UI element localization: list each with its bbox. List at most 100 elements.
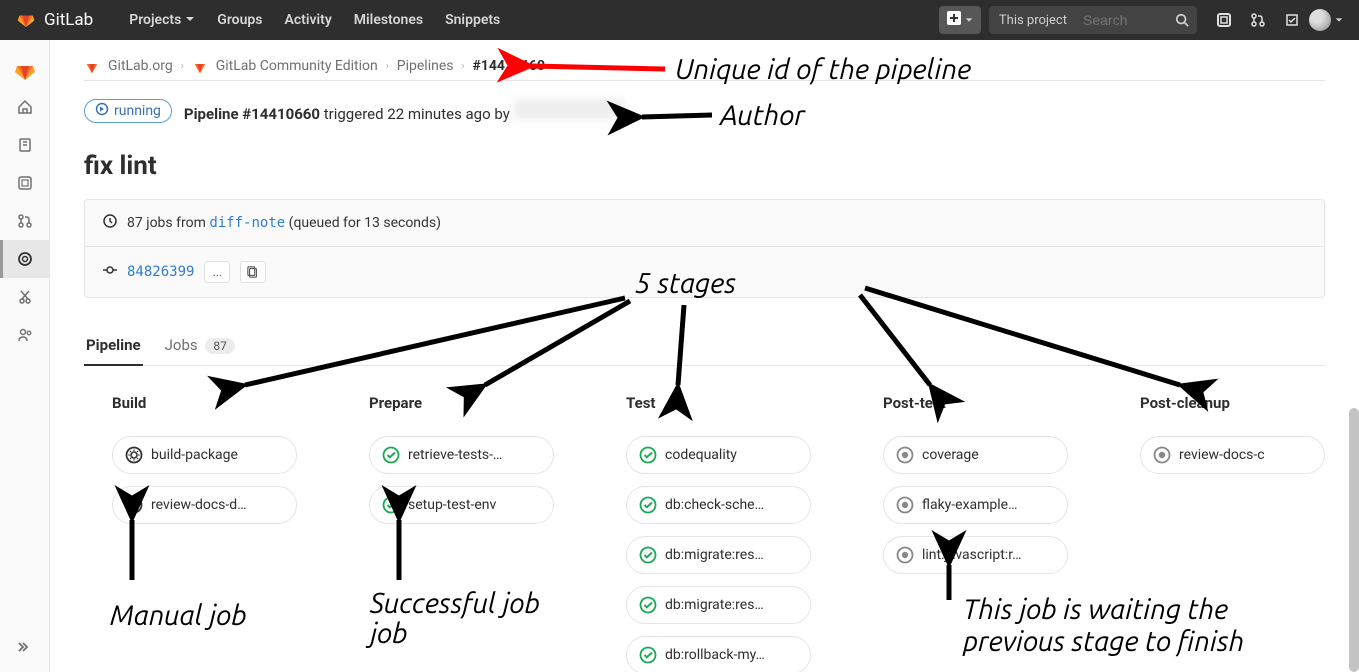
stage-name: Post-test bbox=[883, 394, 1068, 412]
stage-name: Test bbox=[626, 394, 811, 412]
chevron-right-icon: › bbox=[386, 61, 389, 72]
job-label: db:migrate:res… bbox=[665, 597, 764, 613]
content-area: GitLab.org › GitLab Community Edition › … bbox=[50, 40, 1359, 672]
tab-jobs[interactable]: Jobs 87 bbox=[163, 326, 237, 365]
job-pill[interactable]: flaky-example… bbox=[883, 486, 1068, 524]
manual-status-icon bbox=[125, 446, 143, 464]
merge-requests-icon[interactable] bbox=[1241, 6, 1275, 34]
todos-icon[interactable] bbox=[1275, 6, 1309, 34]
job-label: coverage bbox=[922, 447, 979, 463]
job-pill[interactable]: retrieve-tests-… bbox=[369, 436, 554, 474]
job-pill[interactable]: setup-test-env bbox=[369, 486, 554, 524]
success-status-icon bbox=[639, 496, 657, 514]
job-pill[interactable]: db:migrate:res… bbox=[626, 536, 811, 574]
stage-column: Post-test coverage flaky-example… lint:java… bbox=[883, 394, 1068, 672]
search-scope[interactable]: This project bbox=[989, 13, 1077, 28]
search-box: This project bbox=[989, 6, 1197, 34]
pipeline-info-box: 87 jobs from diff-note (queued for 13 se… bbox=[84, 199, 1325, 298]
breadcrumb-project[interactable]: GitLab Community Edition bbox=[216, 58, 378, 74]
graph-scrollbar[interactable] bbox=[1349, 408, 1359, 672]
job-label: retrieve-tests-… bbox=[408, 447, 502, 463]
status-badge[interactable]: running bbox=[84, 99, 172, 123]
breadcrumb-section[interactable]: Pipelines bbox=[397, 58, 454, 74]
sidebar-members-icon[interactable] bbox=[0, 316, 50, 354]
commit-sha-link[interactable]: 84826399 bbox=[127, 264, 194, 280]
job-pill[interactable]: db:rollback-my… bbox=[626, 636, 811, 672]
gitlab-mini-icon bbox=[84, 58, 100, 74]
job-label: review-docs-c bbox=[1179, 447, 1265, 463]
success-status-icon bbox=[639, 646, 657, 664]
stage-column: Post-cleanup review-docs-c bbox=[1140, 394, 1325, 672]
job-pill[interactable]: review-docs-d… bbox=[112, 486, 297, 524]
search-input[interactable] bbox=[1077, 12, 1167, 28]
copy-commit-button[interactable] bbox=[240, 261, 266, 283]
search-icon[interactable] bbox=[1167, 6, 1197, 34]
commit-icon bbox=[103, 263, 117, 281]
user-menu[interactable] bbox=[1309, 9, 1343, 31]
nav-snippets[interactable]: Snippets bbox=[445, 12, 500, 28]
job-pill[interactable]: codequality bbox=[626, 436, 811, 474]
chevron-down-icon bbox=[185, 12, 195, 28]
stage-column: Prepare retrieve-tests-… setup-test-env bbox=[369, 394, 554, 672]
sidebar-issues-icon[interactable] bbox=[0, 164, 50, 202]
job-label: lint:javascript:r… bbox=[922, 547, 1021, 563]
chevron-right-icon: › bbox=[461, 61, 464, 72]
success-status-icon bbox=[382, 446, 400, 464]
sidebar-merge-requests-icon[interactable] bbox=[0, 202, 50, 240]
chevron-down-icon bbox=[1335, 12, 1343, 28]
stage-name: Post-cleanup bbox=[1140, 394, 1325, 412]
created-status-icon bbox=[1153, 446, 1171, 464]
nav-groups[interactable]: Groups bbox=[217, 12, 262, 28]
job-label: db:migrate:res… bbox=[665, 547, 764, 563]
success-status-icon bbox=[382, 496, 400, 514]
sidebar bbox=[0, 40, 50, 672]
stage-name: Build bbox=[112, 394, 297, 412]
created-status-icon bbox=[896, 446, 914, 464]
job-pill[interactable]: db:check-sche… bbox=[626, 486, 811, 524]
chevron-right-icon: › bbox=[181, 61, 184, 72]
sidebar-home-icon[interactable] bbox=[0, 88, 50, 126]
tabs: Pipeline Jobs 87 bbox=[84, 326, 1325, 366]
breadcrumb-org[interactable]: GitLab.org bbox=[108, 58, 173, 74]
avatar bbox=[1309, 9, 1331, 31]
sidebar-collapse-button[interactable] bbox=[0, 630, 50, 664]
issues-icon[interactable] bbox=[1207, 6, 1241, 34]
stage-column: Build build-package review-docs-d… bbox=[112, 394, 297, 672]
new-dropdown-button[interactable] bbox=[939, 6, 981, 34]
tab-pipeline[interactable]: Pipeline bbox=[84, 326, 143, 366]
job-pill[interactable]: review-docs-c bbox=[1140, 436, 1325, 474]
job-pill[interactable]: coverage bbox=[883, 436, 1068, 474]
author-blurred bbox=[514, 99, 624, 119]
created-status-icon bbox=[896, 496, 914, 514]
job-label: codequality bbox=[665, 447, 737, 463]
jobs-summary-row: 87 jobs from diff-note (queued for 13 se… bbox=[85, 200, 1324, 246]
created-status-icon bbox=[896, 546, 914, 564]
brand-name: GitLab bbox=[44, 10, 93, 30]
success-status-icon bbox=[639, 596, 657, 614]
nav-milestones[interactable]: Milestones bbox=[354, 12, 423, 28]
pipeline-graph: Build build-package review-docs-d… Prepare r… bbox=[84, 394, 1325, 672]
nav-activity[interactable]: Activity bbox=[285, 12, 332, 28]
chevron-down-icon bbox=[965, 12, 973, 28]
job-pill[interactable]: build-package bbox=[112, 436, 297, 474]
pipeline-header: running Pipeline #14410660 triggered 22 … bbox=[84, 81, 1325, 131]
sidebar-pipelines-icon[interactable] bbox=[0, 240, 50, 278]
sidebar-snippets-icon[interactable] bbox=[0, 278, 50, 316]
sidebar-repository-icon[interactable] bbox=[0, 126, 50, 164]
commit-title: fix lint bbox=[84, 151, 1325, 181]
gitlab-mini-icon bbox=[192, 58, 208, 74]
job-label: build-package bbox=[151, 447, 238, 463]
stage-name: Prepare bbox=[369, 394, 554, 412]
clock-icon bbox=[103, 214, 117, 232]
gitlab-logo-icon bbox=[16, 8, 36, 32]
job-label: db:check-sche… bbox=[665, 497, 764, 513]
gitlab-logo-icon[interactable] bbox=[0, 50, 50, 88]
branch-link[interactable]: diff-note bbox=[209, 215, 285, 231]
pipeline-header-text: Pipeline #14410660 triggered 22 minutes … bbox=[184, 99, 624, 123]
success-status-icon bbox=[639, 546, 657, 564]
job-pill[interactable]: db:migrate:res… bbox=[626, 586, 811, 624]
job-pill[interactable]: lint:javascript:r… bbox=[883, 536, 1068, 574]
nav-projects[interactable]: Projects bbox=[129, 12, 195, 28]
breadcrumbs: GitLab.org › GitLab Community Edition › … bbox=[84, 52, 1325, 81]
expand-commit-button[interactable]: ... bbox=[204, 261, 230, 283]
